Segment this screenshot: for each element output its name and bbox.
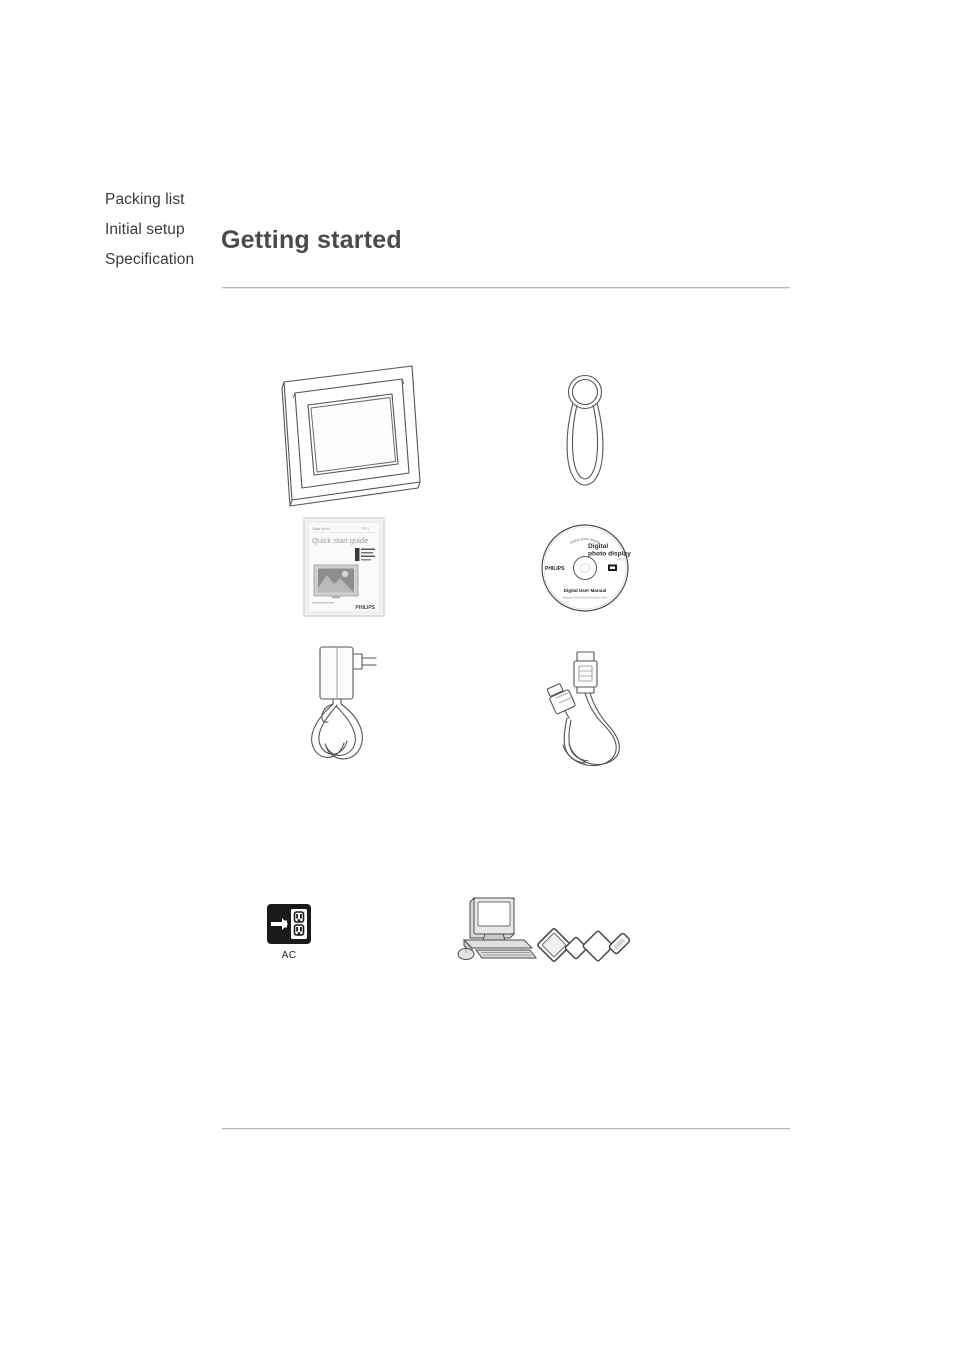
manual-page: Packing list Initial setup Specification… [0,0,954,1350]
desktop-computer-icon [452,892,544,964]
memory-cards-icon [537,924,638,966]
page-title: Getting started [221,226,402,254]
cd-title-line2: photo display [588,551,631,558]
booklet-title: Quick start guide [312,536,368,545]
usb-a-connector [573,651,598,694]
stand-illustration [540,372,630,492]
photo-frame-illustration [262,360,442,512]
power-adapter-illustration [292,642,392,770]
booklet-header-left: Digital photo [312,527,330,531]
ac-outlet-label: AC [281,950,297,961]
cd-fineprint: Requires Adobe Acrobat Reader to view [563,597,608,600]
usb-cable-illustration [537,648,635,772]
sidebar-item-packing-list[interactable]: Packing list [105,192,235,208]
cd-subtitle: Digital User Manual [564,588,607,593]
cd-brand: PHILIPS [545,566,565,572]
footer-divider [222,1128,790,1129]
usb-mini-connector [546,683,576,719]
booklet-illustration: Digital photo 7FF1 Quick start guide PHI… [303,517,385,617]
booklet-brand: PHILIPS [356,605,376,611]
cd-disc-illustration: Digital photo display Digital photo disp… [540,522,631,614]
cd-title-line1: Digital [588,543,608,550]
ac-outlet-icon [265,902,313,954]
sidebar-item-initial-setup[interactable]: Initial setup [105,222,235,238]
booklet-photo [313,564,359,599]
sidebar-nav: Packing list Initial setup Specification [105,192,235,282]
cd-title-small: 7FF1 [617,558,624,562]
booklet-header-right: 7FF1 [362,527,370,531]
sidebar-item-specification[interactable]: Specification [105,252,235,268]
header-divider [222,287,790,288]
